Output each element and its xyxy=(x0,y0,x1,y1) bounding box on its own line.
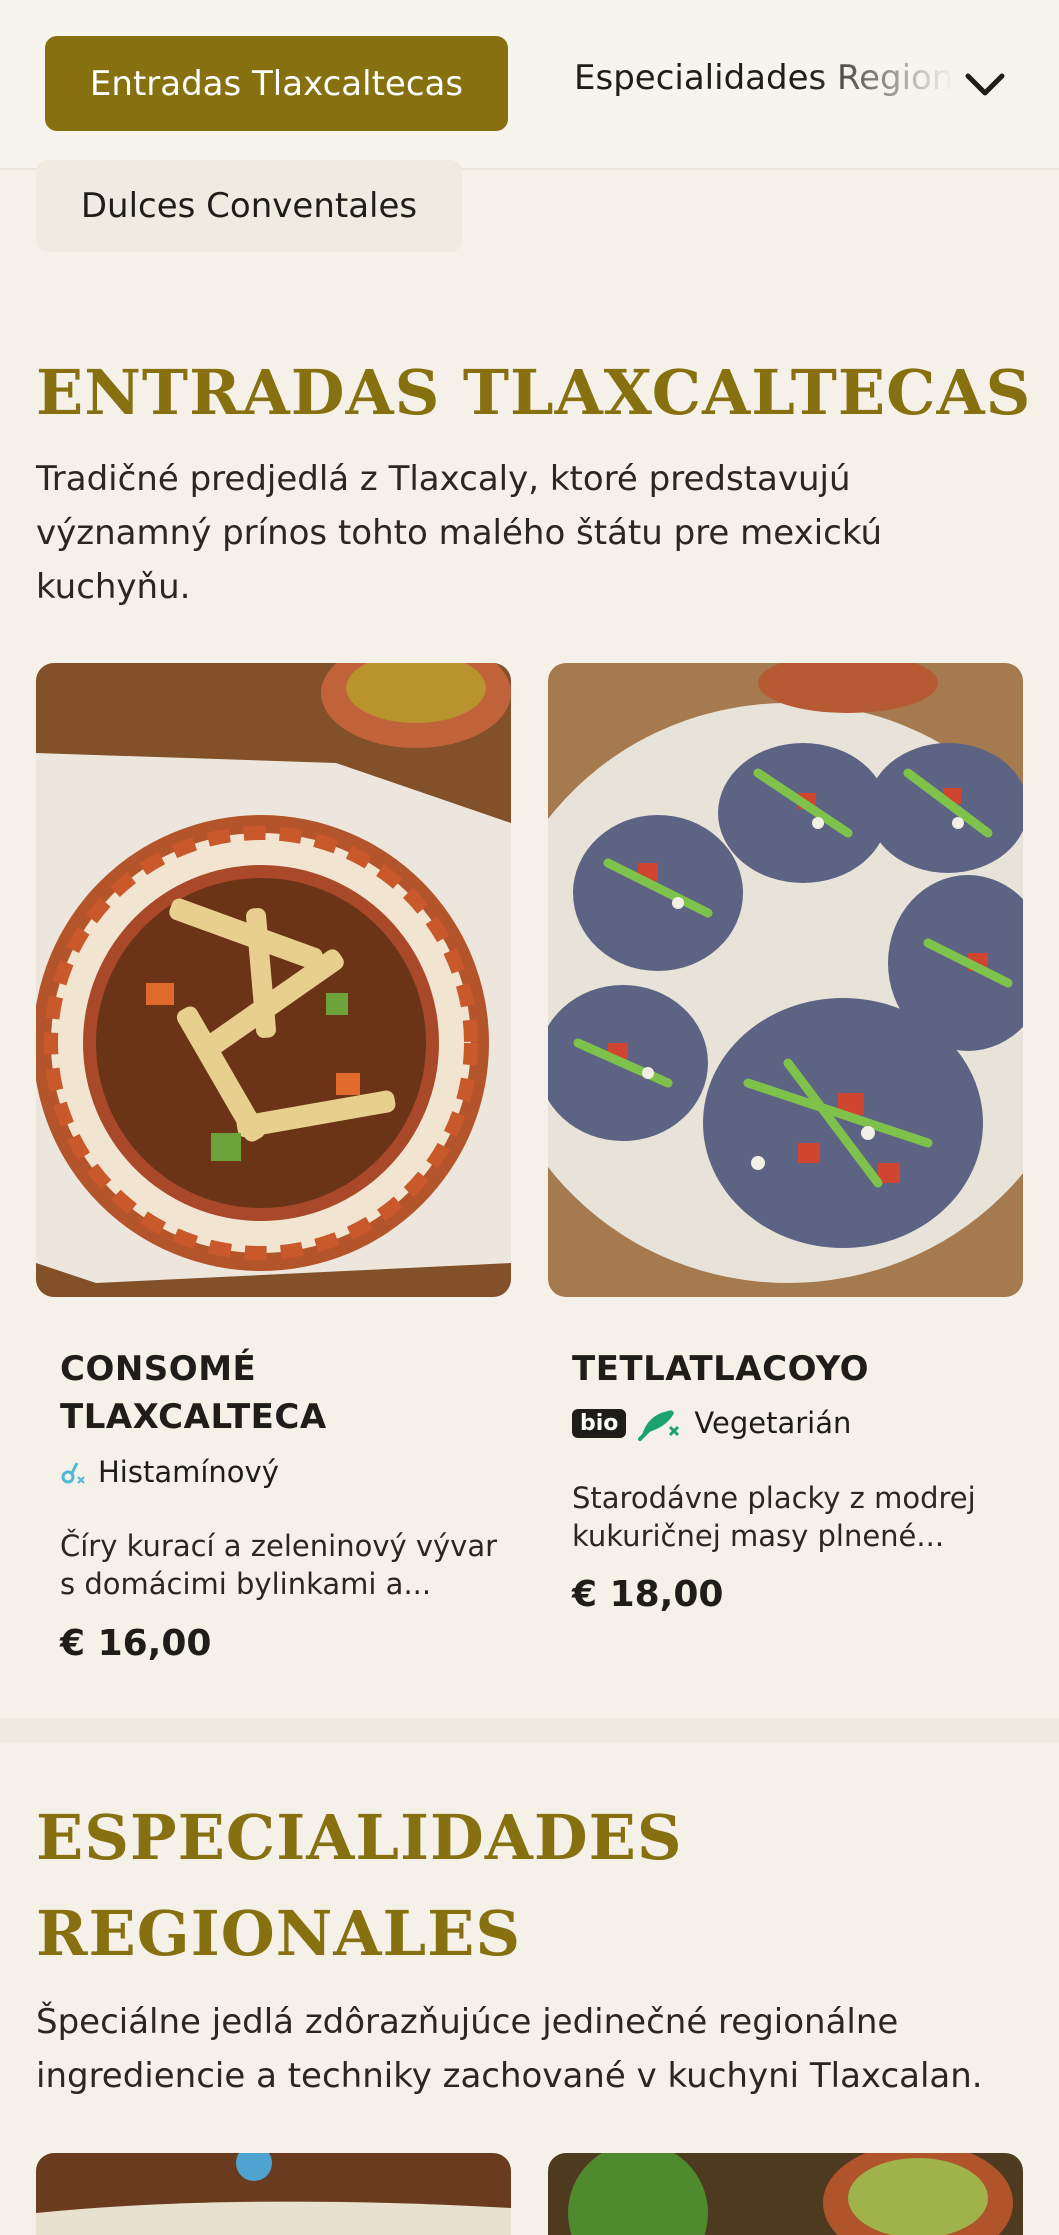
dish-name[interactable]: CONSOMÉ TLAXCALTECA xyxy=(60,1345,490,1441)
dish-image[interactable] xyxy=(548,2153,1023,2235)
dish-tag-label: Histamínový xyxy=(98,1455,279,1489)
section-divider xyxy=(0,1718,1059,1742)
dish-name[interactable]: TETLATLACOYO xyxy=(572,1345,1002,1393)
chevron-down-icon[interactable] xyxy=(960,60,1010,110)
section-description: Špeciálne jedlá zdôrazňujúce jedinečné r… xyxy=(36,2002,983,2096)
dish-image-tetlatlacoyo[interactable] xyxy=(548,663,1023,1297)
section-title: Especialidades Regionales xyxy=(36,1801,683,1970)
dish-price: € 18,00 xyxy=(572,1574,724,1615)
dish-price: € 16,00 xyxy=(60,1623,212,1664)
category-tab-active[interactable]: Entradas Tlaxcaltecas xyxy=(45,36,508,131)
dish-tag-label: Vegetarián xyxy=(694,1406,852,1440)
bio-badge: bio xyxy=(572,1408,627,1438)
category-nav: Entradas Tlaxcaltecas Especialidades Reg… xyxy=(0,0,1059,170)
histamine-icon xyxy=(61,1462,85,1484)
dish-image[interactable] xyxy=(36,2153,511,2235)
dish-tag: bio Vegetarián xyxy=(572,1405,851,1441)
dish-image-consome[interactable] xyxy=(36,663,511,1297)
dish-tag: Histamínový xyxy=(60,1455,279,1489)
dish-description: Číry kurací a zeleninový vývar s domácim… xyxy=(60,1529,498,1601)
section-description: Tradičné predjedlá z Tlaxcaly, ktoré pre… xyxy=(36,459,883,607)
category-tab-next[interactable]: Especialidades Regionales xyxy=(574,58,954,98)
vegetarian-icon xyxy=(638,1410,680,1441)
dish-description: Starodávne placky z modrej kukuričnej ma… xyxy=(572,1481,976,1553)
category-tab-dulces[interactable]: Dulces Conventales xyxy=(36,160,462,252)
section-title: Entradas Tlaxcaltecas xyxy=(36,356,1032,429)
